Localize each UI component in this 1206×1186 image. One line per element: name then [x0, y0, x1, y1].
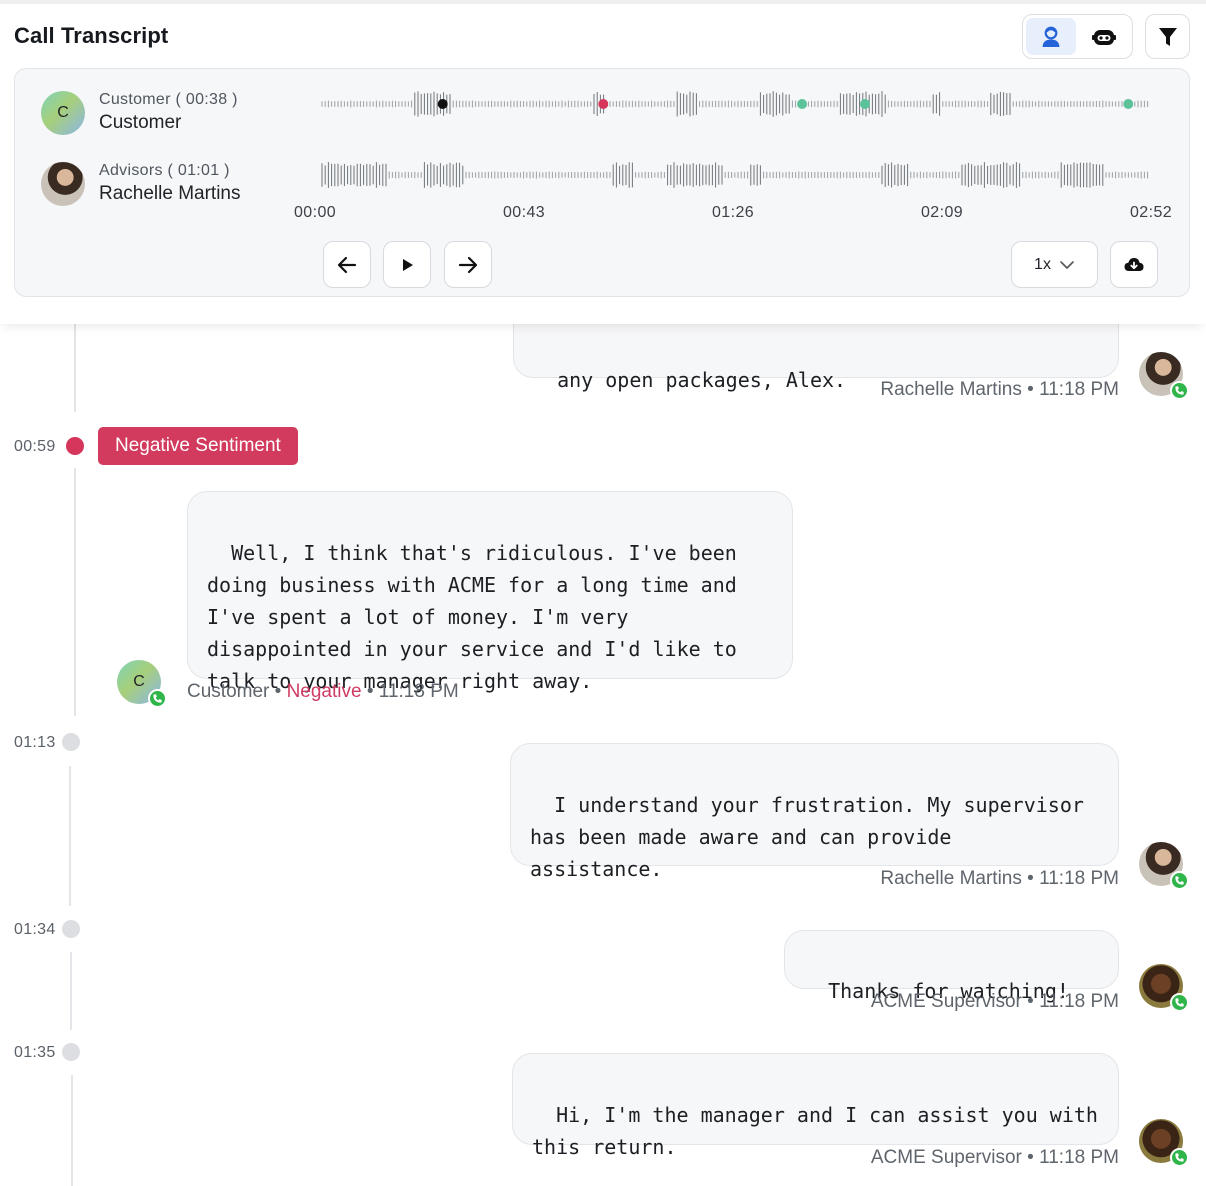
- caption-speaker: Rachelle Martins: [880, 379, 1022, 400]
- timeline-timestamp: 00:59: [14, 438, 56, 455]
- transcript-header: Call Transcript C Customer (00:38) Cus…: [0, 4, 1206, 324]
- bot-view-button[interactable]: [1080, 18, 1130, 55]
- timeline-dot: [62, 1043, 80, 1061]
- phone-icon: [1170, 993, 1189, 1012]
- chevron-down-icon: [1060, 260, 1074, 269]
- timeline-line: [70, 952, 72, 1030]
- speaker-name: Customer: [99, 112, 182, 133]
- message-bubble: Hi, I'm the manager and I can assist you…: [512, 1053, 1119, 1159]
- download-button[interactable]: [1110, 241, 1158, 288]
- caption-time: 11:18 PM: [1039, 868, 1119, 889]
- cloud-download-icon: [1124, 257, 1144, 271]
- bot-view-icon: [1092, 29, 1117, 45]
- advisor-avatar: [1139, 842, 1189, 890]
- caption-separator: •: [1027, 1147, 1034, 1168]
- message-caption: Customer • Negative • 11:18 PM: [187, 681, 459, 703]
- timeline-dot: [62, 920, 80, 938]
- play-icon: [403, 258, 413, 271]
- message-caption: ACME Supervisor • 11:18 PM: [871, 991, 1119, 1013]
- timeline-timestamp: 01:34: [14, 921, 56, 938]
- next-button[interactable]: [444, 241, 492, 288]
- time-label: 00:00: [294, 204, 337, 221]
- caption-separator: •: [274, 681, 282, 702]
- caption-time: 11:18 PM: [1039, 991, 1119, 1012]
- timeline-line: [74, 322, 76, 412]
- message-bubble: I understand your frustration. My superv…: [510, 743, 1119, 881]
- speaker-customer: C Customer ( 00:38 ) Customer: [41, 90, 238, 136]
- caption-time: 11:18 PM: [378, 681, 459, 702]
- caption-speaker: ACME Supervisor: [870, 991, 1022, 1012]
- play-button[interactable]: [383, 241, 431, 288]
- advisor-avatar: [1139, 352, 1189, 400]
- caption-time: 11:18 PM: [1039, 379, 1119, 400]
- timeline-line: [71, 1075, 73, 1186]
- avatar-initial: C: [133, 673, 145, 690]
- filter-button[interactable]: [1145, 14, 1190, 59]
- phone-icon: [1170, 381, 1189, 400]
- audio-player: C Customer ( 00:38 ) Customer Advisors (…: [14, 68, 1190, 297]
- customer-avatar: C: [41, 91, 85, 135]
- message-caption: Rachelle Martins • 11:18 PM: [880, 379, 1119, 401]
- advisor-avatar: [41, 162, 85, 206]
- message-text: any open packages, Alex.: [557, 368, 847, 392]
- back-arrow-icon: [337, 256, 357, 273]
- speaker-role-time: Customer ( 00:38 ): [99, 91, 238, 108]
- message-text: Well, I think that's ridiculous. I've be…: [207, 541, 737, 693]
- time-label: 01:26: [712, 204, 755, 221]
- forward-arrow-icon: [458, 256, 478, 273]
- time-label: 02:09: [921, 204, 964, 221]
- time-axis: 00:00 00:43 01:26 02:09 02:52: [294, 204, 1176, 224]
- speaker-role-time: Advisors ( 01:01 ): [99, 162, 230, 179]
- caption-separator: •: [1027, 379, 1034, 400]
- caption-speaker: ACME Supervisor: [870, 1147, 1022, 1168]
- page-title: Call Transcript: [14, 23, 169, 48]
- message-caption: Rachelle Martins • 11:18 PM: [880, 868, 1119, 890]
- timeline-timestamp: 01:13: [14, 734, 56, 751]
- caption-separator: •: [1027, 991, 1034, 1012]
- customer-waveform[interactable]: [321, 90, 1149, 118]
- timeline-line: [74, 468, 76, 716]
- message-caption: ACME Supervisor • 11:18 PM: [871, 1147, 1119, 1169]
- caption-separator: •: [1027, 868, 1034, 889]
- agent-view-icon: [1042, 26, 1060, 47]
- advisor-waveform[interactable]: [321, 161, 1149, 189]
- phone-icon: [1170, 1148, 1189, 1167]
- caption-sentiment: Negative: [286, 681, 362, 702]
- speed-value: 1x: [1034, 255, 1051, 273]
- waveform-marker[interactable]: [1123, 99, 1134, 109]
- caption-time: 11:18 PM: [1039, 1147, 1119, 1168]
- timeline-timestamp: 01:35: [14, 1044, 56, 1061]
- message-bubble: Thanks for watching!: [784, 930, 1119, 1003]
- negative-sentiment-dot: [66, 437, 84, 455]
- phone-icon: [148, 689, 167, 708]
- caption-speaker: Rachelle Martins: [880, 868, 1022, 889]
- waveform-marker[interactable]: [598, 99, 609, 109]
- supervisor-avatar: [1139, 1119, 1189, 1167]
- caption-speaker: Customer: [187, 681, 270, 702]
- agent-view-button[interactable]: [1026, 18, 1076, 55]
- waveform-marker[interactable]: [797, 99, 808, 109]
- avatar-initial: C: [57, 104, 69, 121]
- speaker-advisor: Advisors ( 01:01 ) Rachelle Martins: [41, 161, 241, 207]
- supervisor-avatar: [1139, 964, 1189, 1012]
- playback-speed-select[interactable]: 1x: [1011, 241, 1098, 288]
- phone-icon: [1170, 871, 1189, 890]
- time-label: 02:52: [1130, 204, 1173, 221]
- customer-avatar: C: [117, 660, 167, 708]
- caption-separator: •: [366, 681, 374, 702]
- speaker-name: Rachelle Martins: [99, 183, 241, 204]
- message-bubble: Well, I think that's ridiculous. I've be…: [187, 491, 793, 693]
- negative-sentiment-badge[interactable]: Negative Sentiment: [98, 427, 298, 465]
- timeline-dot: [62, 733, 80, 751]
- view-toggle: [1022, 14, 1133, 59]
- waveform-marker[interactable]: [437, 99, 448, 109]
- previous-button[interactable]: [323, 241, 371, 288]
- timeline-line: [69, 766, 71, 906]
- waveform-marker[interactable]: [860, 99, 870, 109]
- filter-icon: [1158, 27, 1177, 46]
- time-label: 00:43: [503, 204, 546, 221]
